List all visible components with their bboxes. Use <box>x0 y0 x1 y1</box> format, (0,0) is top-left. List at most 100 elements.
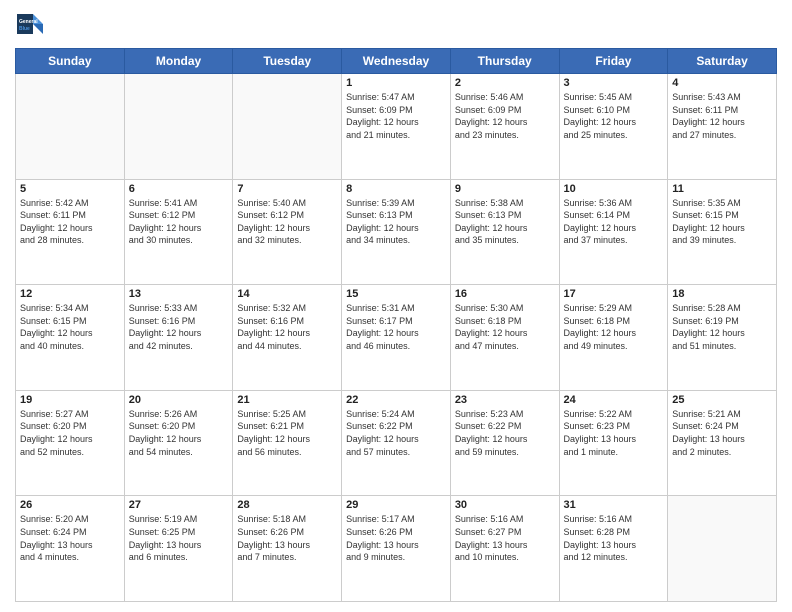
calendar-cell <box>16 74 125 180</box>
cell-content: Sunrise: 5:16 AM Sunset: 6:28 PM Dayligh… <box>564 513 664 563</box>
calendar-cell: 24 Sunrise: 5:22 AM Sunset: 6:23 PM Dayli… <box>559 390 668 496</box>
day-number: 25 <box>672 394 772 406</box>
day-number: 18 <box>672 288 772 300</box>
day-number: 11 <box>672 183 772 195</box>
page: General Blue SundayMondayTuesdayWednesda… <box>0 0 792 612</box>
day-number: 14 <box>237 288 337 300</box>
calendar-cell: 3 Sunrise: 5:45 AM Sunset: 6:10 PM Daylig… <box>559 74 668 180</box>
cell-content: Sunrise: 5:27 AM Sunset: 6:20 PM Dayligh… <box>20 408 120 458</box>
cell-content: Sunrise: 5:34 AM Sunset: 6:15 PM Dayligh… <box>20 302 120 352</box>
cell-content: Sunrise: 5:23 AM Sunset: 6:22 PM Dayligh… <box>455 408 555 458</box>
calendar-cell: 1 Sunrise: 5:47 AM Sunset: 6:09 PM Daylig… <box>342 74 451 180</box>
day-number: 8 <box>346 183 446 195</box>
day-number: 9 <box>455 183 555 195</box>
calendar-cell: 14 Sunrise: 5:32 AM Sunset: 6:16 PM Dayli… <box>233 285 342 391</box>
cell-content: Sunrise: 5:21 AM Sunset: 6:24 PM Dayligh… <box>672 408 772 458</box>
cell-content: Sunrise: 5:41 AM Sunset: 6:12 PM Dayligh… <box>129 197 229 247</box>
day-number: 4 <box>672 77 772 89</box>
svg-text:Blue: Blue <box>19 26 30 32</box>
cell-content: Sunrise: 5:36 AM Sunset: 6:14 PM Dayligh… <box>564 197 664 247</box>
day-number: 27 <box>129 499 229 511</box>
day-number: 1 <box>346 77 446 89</box>
calendar-cell: 25 Sunrise: 5:21 AM Sunset: 6:24 PM Dayli… <box>668 390 777 496</box>
cell-content: Sunrise: 5:17 AM Sunset: 6:26 PM Dayligh… <box>346 513 446 563</box>
day-number: 16 <box>455 288 555 300</box>
weekday-header-row: SundayMondayTuesdayWednesdayThursdayFrid… <box>16 49 777 74</box>
week-row-2: 5 Sunrise: 5:42 AM Sunset: 6:11 PM Daylig… <box>16 179 777 285</box>
cell-content: Sunrise: 5:24 AM Sunset: 6:22 PM Dayligh… <box>346 408 446 458</box>
calendar-cell: 2 Sunrise: 5:46 AM Sunset: 6:09 PM Daylig… <box>450 74 559 180</box>
week-row-3: 12 Sunrise: 5:34 AM Sunset: 6:15 PM Dayli… <box>16 285 777 391</box>
cell-content: Sunrise: 5:42 AM Sunset: 6:11 PM Dayligh… <box>20 197 120 247</box>
logo: General Blue <box>15 10 45 40</box>
day-number: 24 <box>564 394 664 406</box>
calendar-cell: 5 Sunrise: 5:42 AM Sunset: 6:11 PM Daylig… <box>16 179 125 285</box>
cell-content: Sunrise: 5:45 AM Sunset: 6:10 PM Dayligh… <box>564 91 664 141</box>
calendar-cell: 20Sunrise: 5:26 AM Sunset: 6:20 PM Dayli… <box>124 390 233 496</box>
calendar-cell: 28 Sunrise: 5:18 AM Sunset: 6:26 PM Dayli… <box>233 496 342 602</box>
calendar-cell <box>233 74 342 180</box>
weekday-header-sunday: Sunday <box>16 49 125 74</box>
svg-text:General: General <box>19 19 38 25</box>
week-row-4: 19 Sunrise: 5:27 AM Sunset: 6:20 PM Dayli… <box>16 390 777 496</box>
weekday-header-wednesday: Wednesday <box>342 49 451 74</box>
cell-content: Sunrise: 5:30 AM Sunset: 6:18 PM Dayligh… <box>455 302 555 352</box>
day-number: 26 <box>20 499 120 511</box>
calendar-cell: 10 Sunrise: 5:36 AM Sunset: 6:14 PM Dayli… <box>559 179 668 285</box>
day-number: 21 <box>237 394 337 406</box>
calendar-cell: 12 Sunrise: 5:34 AM Sunset: 6:15 PM Dayli… <box>16 285 125 391</box>
calendar-cell: 16 Sunrise: 5:30 AM Sunset: 6:18 PM Dayli… <box>450 285 559 391</box>
day-number: 28 <box>237 499 337 511</box>
cell-content: Sunrise: 5:35 AM Sunset: 6:15 PM Dayligh… <box>672 197 772 247</box>
day-number: 10 <box>564 183 664 195</box>
day-number: 30 <box>455 499 555 511</box>
weekday-header-tuesday: Tuesday <box>233 49 342 74</box>
cell-content: Sunrise: 5:20 AM Sunset: 6:24 PM Dayligh… <box>20 513 120 563</box>
weekday-header-monday: Monday <box>124 49 233 74</box>
weekday-header-thursday: Thursday <box>450 49 559 74</box>
cell-content: Sunrise: 5:31 AM Sunset: 6:17 PM Dayligh… <box>346 302 446 352</box>
cell-content: Sunrise: 5:16 AM Sunset: 6:27 PM Dayligh… <box>455 513 555 563</box>
day-number: 15 <box>346 288 446 300</box>
cell-content: Sunrise: 5:28 AM Sunset: 6:19 PM Dayligh… <box>672 302 772 352</box>
calendar-cell <box>668 496 777 602</box>
calendar-cell: 27Sunrise: 5:19 AM Sunset: 6:25 PM Dayli… <box>124 496 233 602</box>
calendar-cell: 17Sunrise: 5:29 AM Sunset: 6:18 PM Dayli… <box>559 285 668 391</box>
calendar-cell <box>124 74 233 180</box>
day-number: 19 <box>20 394 120 406</box>
cell-content: Sunrise: 5:22 AM Sunset: 6:23 PM Dayligh… <box>564 408 664 458</box>
cell-content: Sunrise: 5:18 AM Sunset: 6:26 PM Dayligh… <box>237 513 337 563</box>
calendar-cell: 31 Sunrise: 5:16 AM Sunset: 6:28 PM Dayli… <box>559 496 668 602</box>
day-number: 23 <box>455 394 555 406</box>
day-number: 6 <box>129 183 229 195</box>
calendar-cell: 21Sunrise: 5:25 AM Sunset: 6:21 PM Dayli… <box>233 390 342 496</box>
cell-content: Sunrise: 5:39 AM Sunset: 6:13 PM Dayligh… <box>346 197 446 247</box>
day-number: 5 <box>20 183 120 195</box>
calendar-cell: 11 Sunrise: 5:35 AM Sunset: 6:15 PM Dayli… <box>668 179 777 285</box>
calendar-cell: 13 Sunrise: 5:33 AM Sunset: 6:16 PM Dayli… <box>124 285 233 391</box>
cell-content: Sunrise: 5:26 AM Sunset: 6:20 PM Dayligh… <box>129 408 229 458</box>
day-number: 31 <box>564 499 664 511</box>
calendar-cell: 6 Sunrise: 5:41 AM Sunset: 6:12 PM Daylig… <box>124 179 233 285</box>
day-number: 2 <box>455 77 555 89</box>
calendar-cell: 23 Sunrise: 5:23 AM Sunset: 6:22 PM Dayli… <box>450 390 559 496</box>
cell-content: Sunrise: 5:32 AM Sunset: 6:16 PM Dayligh… <box>237 302 337 352</box>
header: General Blue <box>15 10 777 40</box>
week-row-1: 1 Sunrise: 5:47 AM Sunset: 6:09 PM Daylig… <box>16 74 777 180</box>
cell-content: Sunrise: 5:46 AM Sunset: 6:09 PM Dayligh… <box>455 91 555 141</box>
day-number: 7 <box>237 183 337 195</box>
day-number: 12 <box>20 288 120 300</box>
calendar-table: SundayMondayTuesdayWednesdayThursdayFrid… <box>15 48 777 602</box>
cell-content: Sunrise: 5:47 AM Sunset: 6:09 PM Dayligh… <box>346 91 446 141</box>
cell-content: Sunrise: 5:29 AM Sunset: 6:18 PM Dayligh… <box>564 302 664 352</box>
week-row-5: 26 Sunrise: 5:20 AM Sunset: 6:24 PM Dayli… <box>16 496 777 602</box>
day-number: 3 <box>564 77 664 89</box>
cell-content: Sunrise: 5:33 AM Sunset: 6:16 PM Dayligh… <box>129 302 229 352</box>
day-number: 13 <box>129 288 229 300</box>
cell-content: Sunrise: 5:43 AM Sunset: 6:11 PM Dayligh… <box>672 91 772 141</box>
weekday-header-saturday: Saturday <box>668 49 777 74</box>
day-number: 22 <box>346 394 446 406</box>
calendar-cell: 7Sunrise: 5:40 AM Sunset: 6:12 PM Daylig… <box>233 179 342 285</box>
calendar-cell: 30 Sunrise: 5:16 AM Sunset: 6:27 PM Dayli… <box>450 496 559 602</box>
calendar-cell: 26 Sunrise: 5:20 AM Sunset: 6:24 PM Dayli… <box>16 496 125 602</box>
